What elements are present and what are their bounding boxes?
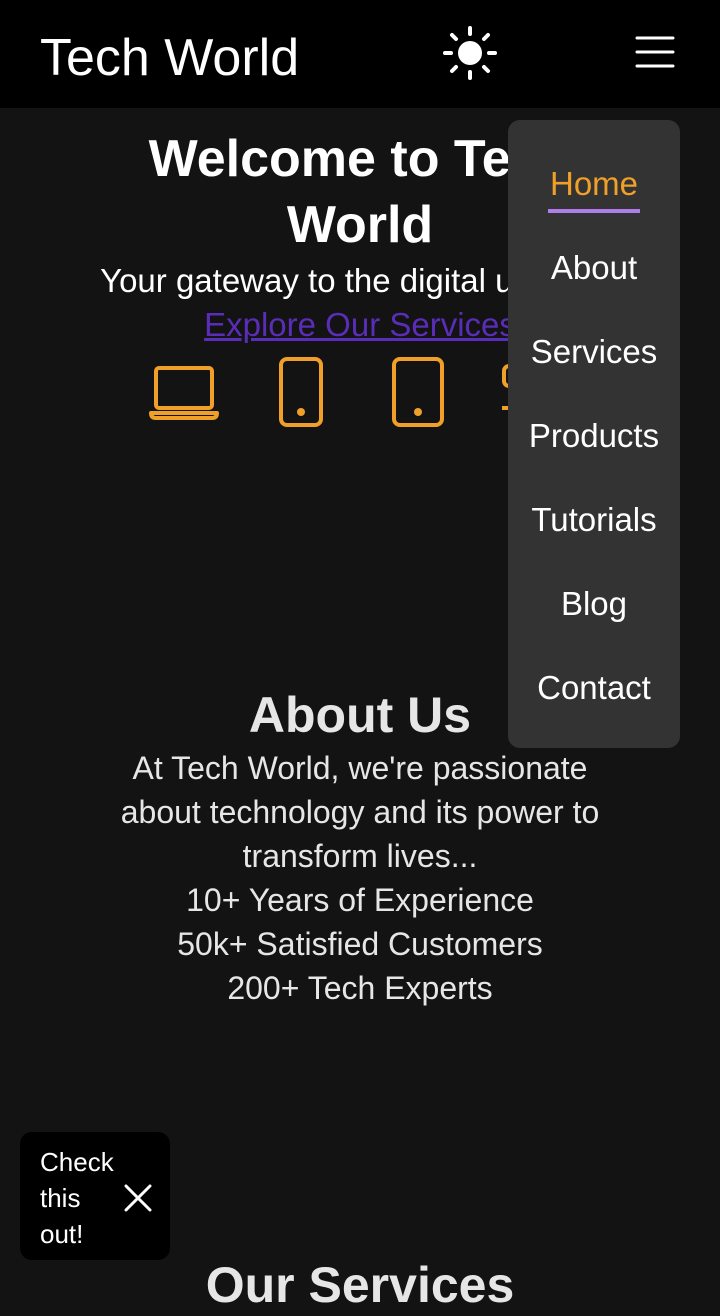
nav-item-about[interactable]: About (508, 246, 680, 290)
stat-customers: 50k+ Satisfied Customers (177, 926, 543, 962)
stat-experience: 10+ Years of Experience (186, 882, 534, 918)
active-nav-underline (548, 209, 640, 213)
smartphone-icon (279, 357, 323, 427)
toast-message[interactable]: Check this out! (40, 1144, 124, 1252)
nav-item-tutorials[interactable]: Tutorials (508, 498, 680, 542)
toast-close-button[interactable] (118, 1178, 158, 1218)
site-brand[interactable]: Tech World (40, 26, 299, 90)
check-this-out-toast[interactable]: Check this out! (20, 1132, 170, 1260)
services-title: Our Services (205, 1257, 515, 1313)
nav-item-services[interactable]: Services (508, 330, 680, 374)
stat-experts: 200+ Tech Experts (227, 970, 493, 1006)
nav-item-products[interactable]: Products (508, 414, 680, 458)
nav-menu: Home About Services Products Tutorials B… (508, 120, 680, 748)
about-stats: 10+ Years of Experience 50k+ Satisfied C… (0, 878, 720, 1010)
nav-item-contact[interactable]: Contact (508, 666, 680, 710)
menu-toggle-button[interactable] (628, 28, 682, 78)
explore-services-link[interactable]: Explore Our Services (204, 306, 516, 343)
tablet-icon (392, 357, 444, 427)
about-text: At Tech World, we're passionate about te… (120, 750, 600, 874)
site-header: Tech World (0, 0, 720, 108)
nav-item-home[interactable]: Home (508, 162, 680, 206)
close-icon (124, 1184, 152, 1212)
nav-item-blog[interactable]: Blog (508, 582, 680, 626)
theme-toggle-button[interactable] (440, 24, 500, 84)
sun-icon (443, 26, 497, 80)
hamburger-menu-icon (635, 36, 675, 68)
laptop-icon (149, 366, 219, 420)
